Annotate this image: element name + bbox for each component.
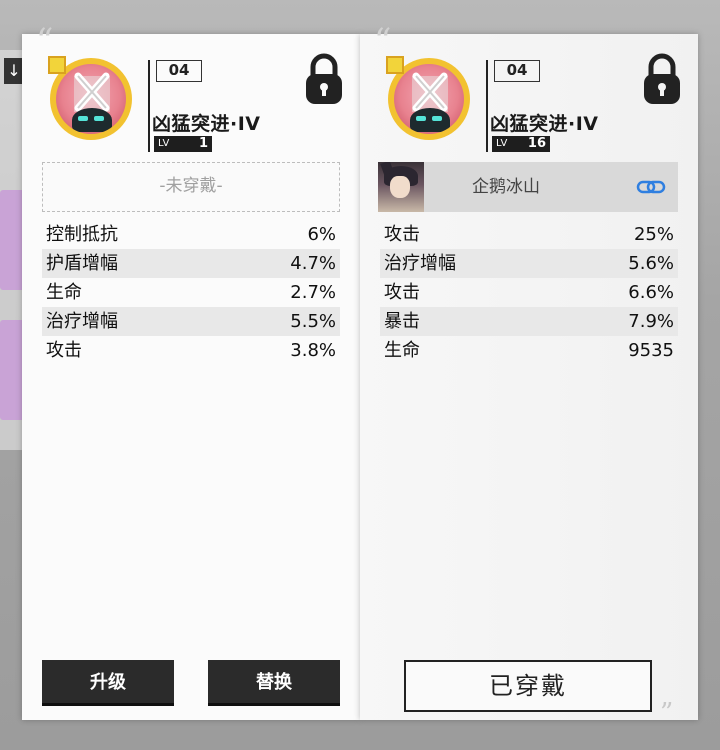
divider-line <box>486 60 488 152</box>
stat-value: 9535 <box>628 340 674 361</box>
link-icon[interactable] <box>636 177 666 197</box>
level-value: 1 <box>198 136 208 151</box>
lock-icon[interactable] <box>304 52 344 106</box>
quote-mark: ” <box>660 698 674 728</box>
stat-name: 治疗增幅 <box>384 253 456 274</box>
stat-value: 5.5% <box>290 311 336 332</box>
stat-value: 25% <box>633 224 674 245</box>
stat-row: 攻击 3.8% <box>42 336 340 365</box>
stat-name: 生命 <box>46 282 82 303</box>
stat-value: 7.9% <box>628 311 674 332</box>
stat-name: 控制抵抗 <box>46 224 118 245</box>
stat-name: 治疗增幅 <box>46 311 118 332</box>
memory-chip-icon <box>382 54 472 144</box>
stat-name: 护盾增幅 <box>46 253 118 274</box>
stat-name: 生命 <box>384 340 420 361</box>
stat-name: 攻击 <box>46 340 82 361</box>
chip-name: 凶猛突进·IV <box>490 113 599 135</box>
stat-row: 治疗增幅 5.5% <box>42 307 340 336</box>
quote-mark: “ <box>374 21 392 61</box>
stats-list: 攻击 25% 治疗增幅 5.6% 攻击 6.6% 暴击 7.9% 生命 9535 <box>380 220 678 365</box>
stat-row: 护盾增幅 4.7% <box>42 249 340 278</box>
level-bar: LV 1 <box>154 136 212 152</box>
stat-value: 2.7% <box>290 282 336 303</box>
stat-value: 6.6% <box>628 282 674 303</box>
level-label: LV <box>158 138 170 149</box>
stat-row: 攻击 6.6% <box>380 278 678 307</box>
stat-value: 5.6% <box>628 253 674 274</box>
character-avatar <box>378 162 424 212</box>
chip-number: 04 <box>494 60 540 82</box>
stat-value: 3.8% <box>290 340 336 361</box>
chip-card-equipped: “ 04 凶猛突进·IV LV 16 企鹅冰山 攻击 25% 治疗增幅 5.6%… <box>360 24 698 728</box>
chip-number: 04 <box>156 60 202 82</box>
equipped-character-slot[interactable]: 企鹅冰山 <box>378 162 678 212</box>
stat-row: 生命 9535 <box>380 336 678 365</box>
down-arrow-icon: ↓ <box>4 58 24 84</box>
stat-row: 攻击 25% <box>380 220 678 249</box>
character-name: 企鹅冰山 <box>472 177 540 197</box>
stat-row: 控制抵抗 6% <box>42 220 340 249</box>
stat-name: 攻击 <box>384 282 420 303</box>
level-value: 16 <box>527 136 546 151</box>
upgrade-button[interactable]: 升级 <box>42 660 174 706</box>
replace-button[interactable]: 替换 <box>208 660 340 706</box>
equip-slot-empty[interactable]: -未穿戴- <box>42 162 340 212</box>
stat-row: 暴击 7.9% <box>380 307 678 336</box>
stat-row: 生命 2.7% <box>42 278 340 307</box>
stat-name: 暴击 <box>384 311 420 332</box>
chip-card-unequipped: “ 04 凶猛突进·IV LV 1 -未穿戴- 控制抵抗 6% 护盾增幅 4.7… <box>22 24 360 720</box>
stat-value: 4.7% <box>290 253 336 274</box>
stat-value: 6% <box>307 224 336 245</box>
level-bar: LV 16 <box>492 136 550 152</box>
memory-chip-icon <box>44 54 134 144</box>
divider-line <box>148 60 150 152</box>
stat-row: 治疗增幅 5.6% <box>380 249 678 278</box>
lock-icon[interactable] <box>642 52 682 106</box>
stats-list: 控制抵抗 6% 护盾增幅 4.7% 生命 2.7% 治疗增幅 5.5% 攻击 3… <box>42 220 340 365</box>
equipped-button[interactable]: 已穿戴 <box>404 660 652 712</box>
quote-mark: “ <box>36 21 54 61</box>
stat-name: 攻击 <box>384 224 420 245</box>
chip-name: 凶猛突进·IV <box>152 113 261 135</box>
level-label: LV <box>496 138 508 149</box>
